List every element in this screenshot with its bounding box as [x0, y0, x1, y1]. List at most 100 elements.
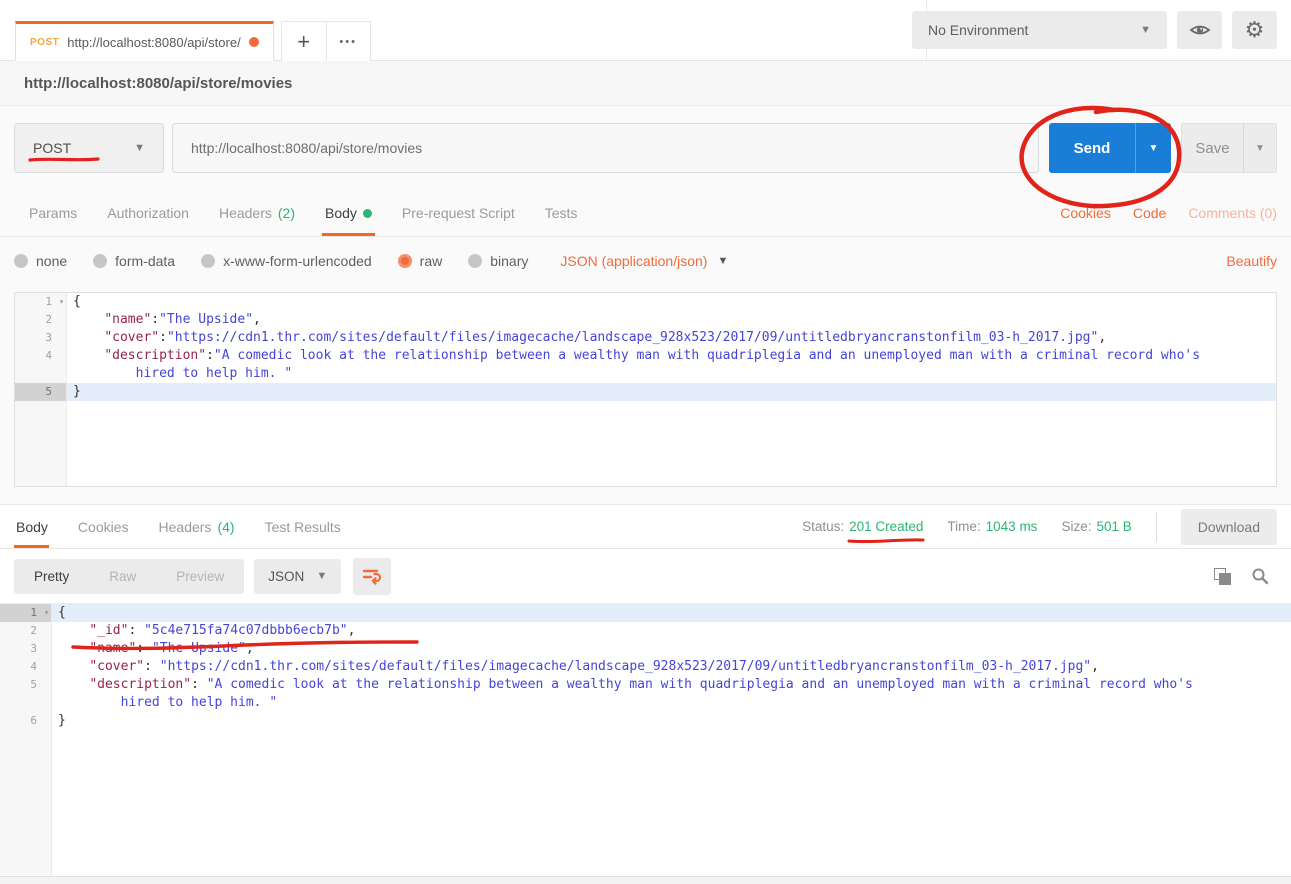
- tab-response-body[interactable]: Body: [14, 505, 63, 548]
- send-options-button[interactable]: ▼: [1135, 123, 1171, 173]
- environment-quicklook-button[interactable]: [1177, 11, 1222, 49]
- body-type-binary[interactable]: binary: [468, 253, 528, 269]
- body-type-raw[interactable]: raw: [398, 253, 443, 269]
- body-type-form-data[interactable]: form-data: [93, 253, 175, 269]
- response-meta: Status: 201 Created Time: 1043 ms Size: …: [802, 505, 1277, 548]
- response-format-select[interactable]: JSON ▼: [254, 559, 341, 594]
- code-line: 1▾{: [15, 293, 1276, 311]
- tab-params-label: Params: [29, 205, 77, 221]
- chevron-down-icon: ▼: [1255, 143, 1265, 154]
- url-input[interactable]: http://localhost:8080/api/store/movies: [172, 123, 1039, 173]
- tab-response-headers[interactable]: Headers (4): [144, 505, 250, 548]
- content-type-select[interactable]: JSON (application/json) ▼: [560, 253, 728, 269]
- tab-tests-label: Tests: [545, 205, 578, 221]
- response-view-switcher: PrettyRawPreview: [14, 559, 244, 594]
- time-group: Time: 1043 ms: [947, 519, 1037, 534]
- save-button-group: Save ▼: [1181, 123, 1277, 173]
- response-format-value: JSON: [268, 569, 304, 584]
- response-headers-count-badge: (4): [217, 519, 234, 535]
- tab-response-body-label: Body: [16, 519, 48, 535]
- tab-method-label: POST: [30, 37, 59, 48]
- line-number: 4: [0, 658, 52, 676]
- time-value: 1043 ms: [986, 519, 1038, 534]
- code-link[interactable]: Code: [1133, 205, 1166, 221]
- view-pretty[interactable]: Pretty: [14, 559, 89, 594]
- body-type-x-www-form-urlencoded[interactable]: x-www-form-urlencoded: [201, 253, 372, 269]
- save-button[interactable]: Save: [1181, 123, 1243, 173]
- search-icon[interactable]: [1251, 567, 1269, 585]
- status-value: 201 Created: [849, 519, 923, 534]
- tab-test-results[interactable]: Test Results: [250, 505, 356, 548]
- body-type-label: binary: [490, 253, 528, 269]
- new-tab-button[interactable]: +: [281, 21, 326, 61]
- line-number: 3: [15, 329, 67, 347]
- request-title: http://localhost:8080/api/store/movies: [24, 75, 292, 92]
- tab-authorization[interactable]: Authorization: [92, 190, 204, 236]
- wrap-text-button[interactable]: [353, 558, 391, 595]
- settings-button[interactable]: ⚙: [1232, 11, 1277, 49]
- editor-empty-area: [15, 401, 1276, 486]
- radio-icon: [201, 254, 215, 268]
- size-label: Size:: [1061, 519, 1091, 534]
- method-select[interactable]: POST ▼: [14, 123, 164, 173]
- response-tabs: Body Cookies Headers (4) Test Results St…: [0, 505, 1291, 549]
- postman-window: POST http://localhost:8080/api/store/ + …: [0, 0, 1291, 884]
- line-number: 5: [15, 383, 67, 401]
- radio-icon: [468, 254, 482, 268]
- send-button[interactable]: Send: [1049, 123, 1135, 173]
- send-button-group: Send ▼: [1049, 123, 1171, 173]
- method-select-value: POST: [33, 140, 71, 156]
- status-footer: [0, 876, 1291, 884]
- fold-icon[interactable]: ▾: [59, 293, 64, 311]
- tab-headers[interactable]: Headers (2): [204, 190, 310, 236]
- request-tab[interactable]: POST http://localhost:8080/api/store/: [15, 21, 274, 61]
- download-button[interactable]: Download: [1181, 509, 1277, 545]
- tab-options-button[interactable]: •••: [326, 21, 371, 61]
- line-number: 6: [0, 712, 52, 730]
- annotation-post-underline: [28, 155, 102, 165]
- line-number: [15, 365, 67, 383]
- line-number: 1▾: [0, 604, 52, 622]
- editor-empty-area: [0, 730, 1291, 876]
- code-line: 1▾{: [0, 604, 1291, 622]
- copy-icon[interactable]: [1214, 568, 1231, 585]
- request-body-editor[interactable]: 1▾{2 "name":"The Upside",3 "cover":"http…: [14, 292, 1277, 487]
- request-tabs: Params Authorization Headers (2) Body Pr…: [0, 190, 1291, 237]
- comments-link[interactable]: Comments (0): [1188, 205, 1277, 221]
- tab-response-cookies[interactable]: Cookies: [63, 505, 144, 548]
- chevron-down-icon: ▼: [1140, 24, 1151, 36]
- save-options-button[interactable]: ▼: [1243, 123, 1277, 173]
- section-divider: [0, 487, 1291, 505]
- view-raw[interactable]: Raw: [89, 559, 156, 594]
- cookies-link[interactable]: Cookies: [1060, 205, 1111, 221]
- body-type-none[interactable]: none: [14, 253, 67, 269]
- tab-params[interactable]: Params: [14, 190, 92, 236]
- tab-authorization-label: Authorization: [107, 205, 189, 221]
- headers-count-badge: (2): [278, 205, 295, 221]
- tab-pre-request-script[interactable]: Pre-request Script: [387, 190, 530, 236]
- tab-body[interactable]: Body: [310, 190, 387, 236]
- annotation-status-underline: [847, 536, 927, 546]
- body-type-options: none form-data x-www-form-urlencoded raw bin…: [14, 253, 528, 269]
- chevron-down-icon: ▼: [134, 142, 145, 154]
- response-right-icons: [1214, 567, 1277, 585]
- tab-tests[interactable]: Tests: [530, 190, 593, 236]
- environment-select[interactable]: No Environment ▼: [912, 11, 1167, 49]
- response-body-editor[interactable]: 1▾{2 "_id": "5c4e715fa74c07dbbb6ecb7b",3…: [0, 603, 1291, 876]
- fold-icon[interactable]: ▾: [44, 604, 49, 622]
- radio-icon: [93, 254, 107, 268]
- code-line: 3 "cover":"https://cdn1.thr.com/sites/de…: [15, 329, 1276, 347]
- unsaved-changes-dot: [249, 37, 259, 47]
- app-header: POST http://localhost:8080/api/store/ + …: [0, 0, 1291, 61]
- chevron-down-icon: ▼: [717, 255, 728, 267]
- environment-area: No Environment ▼ ⚙: [912, 11, 1277, 49]
- request-title-bar: http://localhost:8080/api/store/movies: [0, 61, 1291, 106]
- code-line: 6}: [0, 712, 1291, 730]
- beautify-link[interactable]: Beautify: [1226, 253, 1277, 269]
- code-line: 4 "description":"A comedic look at the r…: [15, 347, 1276, 365]
- request-tabstrip: POST http://localhost:8080/api/store/ + …: [15, 21, 371, 61]
- content-type-value: JSON (application/json): [560, 253, 707, 269]
- status-group: Status: 201 Created: [802, 519, 923, 534]
- view-preview[interactable]: Preview: [156, 559, 244, 594]
- url-input-value: http://localhost:8080/api/store/movies: [191, 140, 422, 156]
